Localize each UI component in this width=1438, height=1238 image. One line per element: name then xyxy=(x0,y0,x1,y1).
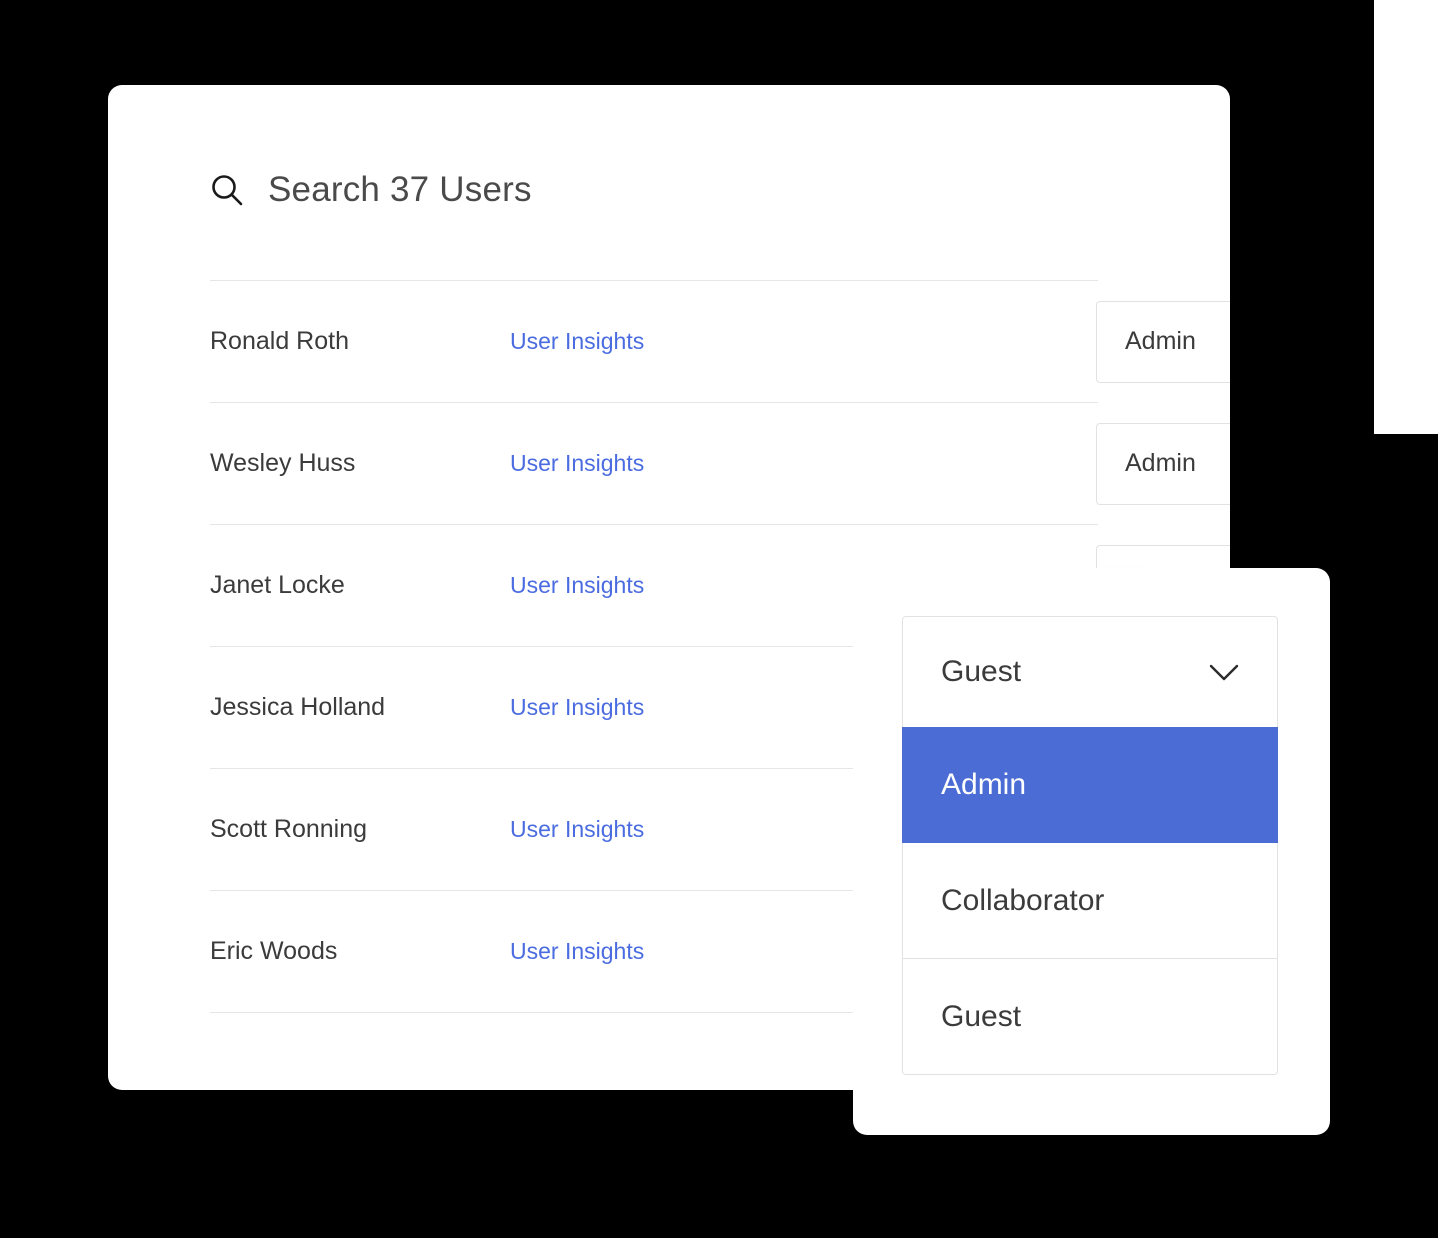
role-select-value: Admin xyxy=(1125,449,1196,477)
table-row: Ronald Roth User Insights Admin xyxy=(210,281,1230,402)
user-insights-link[interactable]: User Insights xyxy=(510,816,644,843)
role-dropdown-value: Guest xyxy=(941,655,1022,688)
user-insights-link[interactable]: User Insights xyxy=(510,328,644,355)
user-name: Wesley Huss xyxy=(210,449,356,477)
role-dropdown-list: Admin Collaborator Guest xyxy=(902,727,1278,1075)
dropdown-option-guest[interactable]: Guest xyxy=(902,959,1278,1075)
role-dropdown-trigger[interactable]: Guest xyxy=(902,616,1278,728)
search-title: Search 37 Users xyxy=(268,170,532,209)
user-name: Ronald Roth xyxy=(210,327,349,355)
screenshot-root: Search 37 Users Ronald Roth User Insight… xyxy=(0,0,1438,1238)
chevron-down-icon xyxy=(1209,664,1239,680)
table-row: Wesley Huss User Insights Admin xyxy=(210,403,1230,524)
user-insights-link[interactable]: User Insights xyxy=(510,450,644,477)
user-name: Scott Ronning xyxy=(210,815,368,843)
role-select-value: Admin xyxy=(1125,327,1196,355)
user-name: Jessica Holland xyxy=(210,693,386,721)
background-strip xyxy=(1374,0,1438,434)
user-name: Eric Woods xyxy=(210,937,338,965)
dropdown-option-admin[interactable]: Admin xyxy=(902,727,1278,843)
role-dropdown-card: Guest Admin Collaborator Guest xyxy=(853,568,1330,1135)
user-name: Janet Locke xyxy=(210,571,345,599)
role-select[interactable]: Admin xyxy=(1096,300,1230,383)
role-select[interactable]: Admin xyxy=(1096,422,1230,505)
user-insights-link[interactable]: User Insights xyxy=(510,694,644,721)
user-insights-link[interactable]: User Insights xyxy=(510,938,644,965)
user-insights-link[interactable]: User Insights xyxy=(510,572,644,599)
search-bar[interactable]: Search 37 Users xyxy=(210,170,532,210)
search-icon xyxy=(212,175,243,206)
dropdown-option-collaborator[interactable]: Collaborator xyxy=(902,843,1278,959)
